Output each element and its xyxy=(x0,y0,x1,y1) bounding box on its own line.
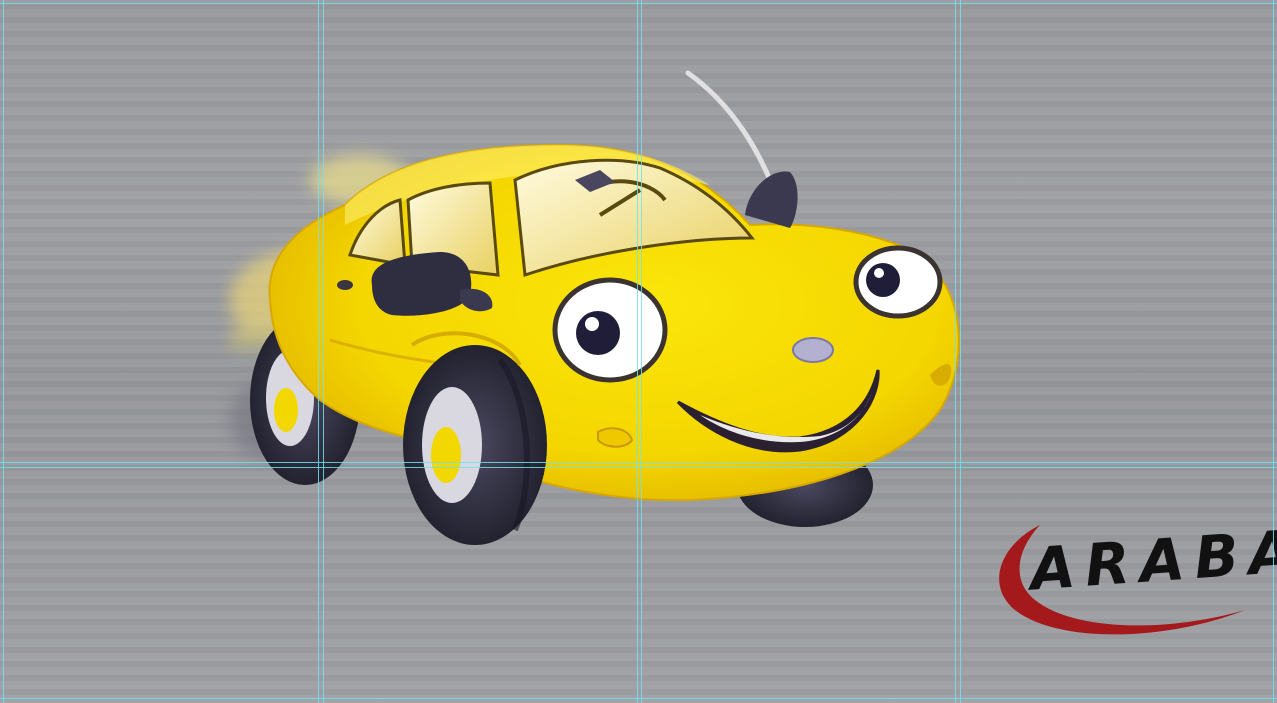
logo-text: ARABA xyxy=(1024,517,1277,604)
araba-logo: ARABA xyxy=(999,517,1277,635)
canvas: ARABA xyxy=(0,0,1277,703)
